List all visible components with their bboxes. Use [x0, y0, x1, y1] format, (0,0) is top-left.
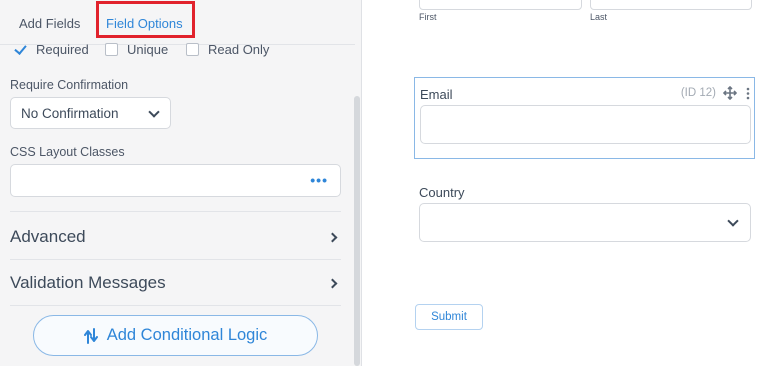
country-label: Country: [419, 185, 465, 200]
add-conditional-logic-button[interactable]: Add Conditional Logic: [33, 315, 318, 356]
last-name-input[interactable]: [590, 0, 752, 10]
tab-highlight-box: [96, 1, 195, 38]
required-checkbox[interactable]: Required: [14, 42, 89, 57]
read-only-checkbox[interactable]: Read Only: [186, 42, 269, 57]
add-conditional-logic-label: Add Conditional Logic: [106, 326, 268, 344]
first-name-input[interactable]: [419, 0, 582, 10]
email-field-selected[interactable]: Email (ID 12): [414, 77, 755, 159]
first-sub-label: First: [419, 12, 437, 22]
divider: [10, 211, 341, 212]
kebab-menu-icon[interactable]: [746, 87, 750, 100]
email-input[interactable]: [420, 105, 751, 144]
field-options-sidebar: Add Fields Field Options Required Unique…: [0, 0, 362, 366]
validation-messages-label: Validation Messages: [10, 273, 166, 292]
validation-messages-section[interactable]: Validation Messages: [10, 273, 341, 297]
read-only-label: Read Only: [208, 42, 270, 57]
unique-checkbox[interactable]: Unique: [105, 42, 168, 57]
conditional-logic-icon: [83, 327, 98, 344]
css-layout-input[interactable]: •••: [10, 164, 341, 197]
chevron-right-icon: [327, 232, 338, 243]
divider: [10, 305, 341, 306]
submit-button[interactable]: Submit: [415, 304, 483, 330]
chevron-down-icon: [148, 106, 160, 118]
chevron-down-icon: [727, 215, 739, 227]
css-layout-label: CSS Layout Classes: [10, 145, 125, 159]
required-label: Required: [36, 42, 89, 57]
require-confirmation-value: No Confirmation: [21, 106, 119, 121]
advanced-section[interactable]: Advanced: [10, 227, 341, 251]
chevron-right-icon: [327, 278, 338, 289]
sidebar-scrollbar[interactable]: [354, 96, 360, 366]
last-sub-label: Last: [590, 12, 608, 22]
email-label: Email: [420, 87, 453, 102]
divider: [10, 259, 341, 260]
checkmark-icon: [14, 43, 27, 56]
tab-add-fields[interactable]: Add Fields: [19, 16, 80, 32]
form-preview: First Last Email (ID 12) Country Submit: [363, 0, 768, 366]
advanced-label: Advanced: [10, 227, 86, 246]
more-dots-icon[interactable]: •••: [310, 173, 328, 187]
country-select[interactable]: [419, 203, 751, 242]
unique-label: Unique: [127, 42, 169, 57]
read-only-checkbox-box: [186, 43, 199, 56]
require-confirmation-label: Require Confirmation: [10, 78, 129, 92]
unique-checkbox-box: [105, 43, 118, 56]
move-icon[interactable]: [723, 86, 737, 100]
require-confirmation-select[interactable]: No Confirmation: [10, 97, 171, 129]
field-id-tag: (ID 12): [680, 87, 716, 99]
